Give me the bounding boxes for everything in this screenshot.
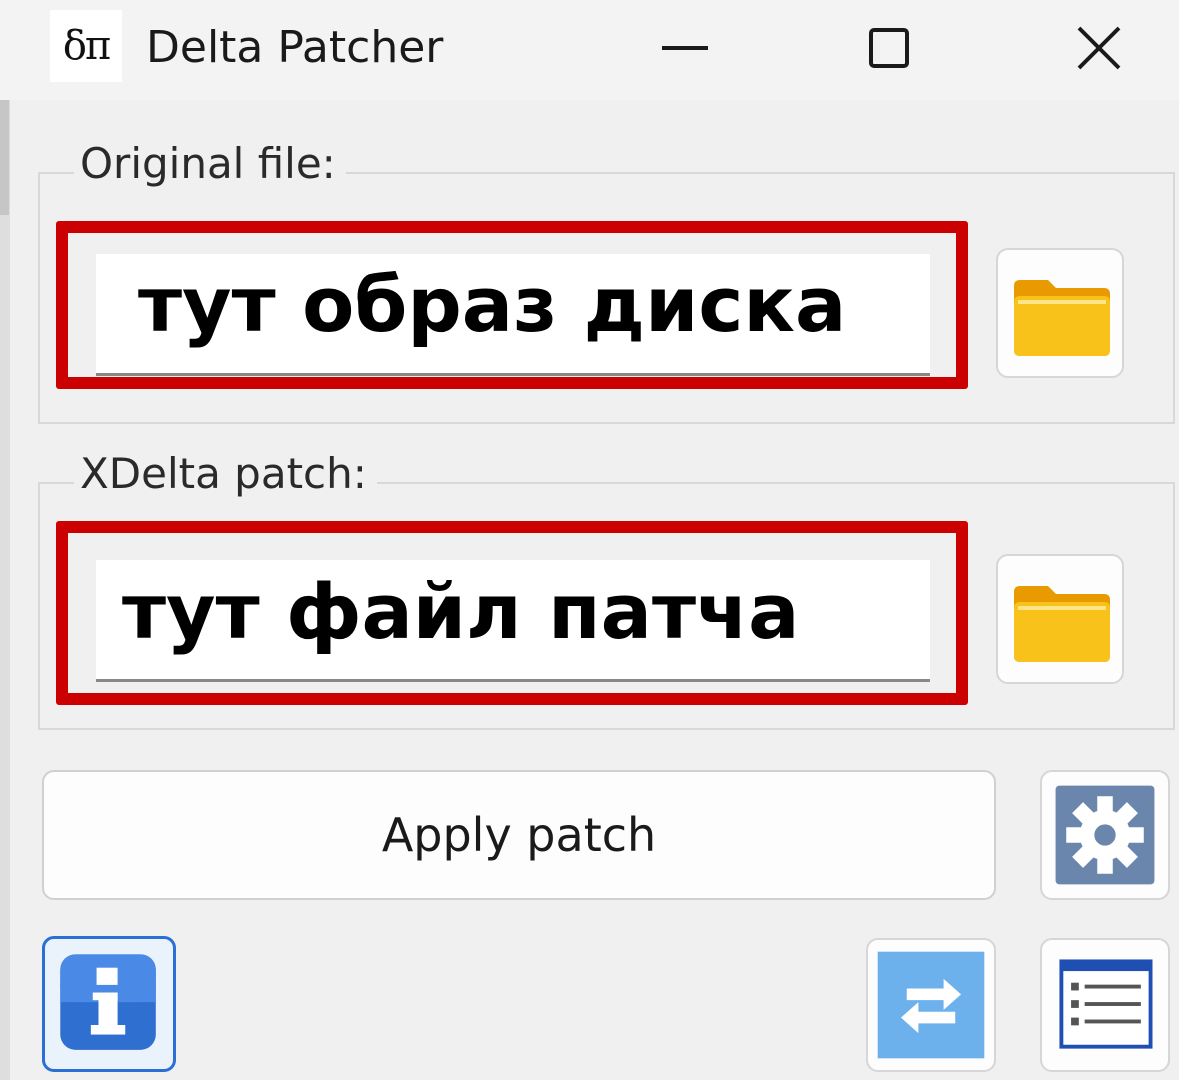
log-list-icon: [1059, 959, 1153, 1049]
minimize-button[interactable]: [630, 10, 740, 86]
app-icon: δπ: [50, 10, 122, 82]
window-left-edge-thumb: [0, 95, 9, 215]
xdelta-patch-label: XDelta patch:: [74, 444, 377, 504]
window-left-edge: [0, 90, 10, 1080]
maximize-icon: [869, 28, 909, 68]
browse-patch-button[interactable]: [996, 554, 1124, 684]
close-icon: [1077, 26, 1121, 70]
gear-icon: [1055, 785, 1155, 885]
delta-patcher-window: δπ Delta Patcher Original file: тут обра…: [0, 0, 1179, 1080]
original-file-input[interactable]: тут образ диска: [96, 254, 930, 376]
info-button[interactable]: [42, 936, 176, 1072]
browse-original-button[interactable]: [996, 248, 1124, 378]
swap-arrows-icon: [877, 951, 985, 1059]
settings-button[interactable]: [1040, 770, 1170, 900]
maximize-button[interactable]: [834, 10, 944, 86]
window-title: Delta Patcher: [146, 22, 444, 73]
folder-icon: [1014, 280, 1110, 356]
log-button[interactable]: [1040, 938, 1170, 1072]
swap-button[interactable]: [866, 938, 996, 1072]
xdelta-patch-input[interactable]: тут файл патча: [96, 560, 930, 682]
title-bar[interactable]: δπ Delta Patcher: [0, 0, 1179, 100]
folder-icon: [1014, 586, 1110, 662]
apply-patch-button[interactable]: Apply patch: [42, 770, 996, 900]
close-button[interactable]: [1044, 10, 1154, 86]
minimize-icon: [662, 46, 708, 50]
info-icon: [60, 954, 156, 1050]
original-file-label: Original file:: [74, 134, 346, 194]
